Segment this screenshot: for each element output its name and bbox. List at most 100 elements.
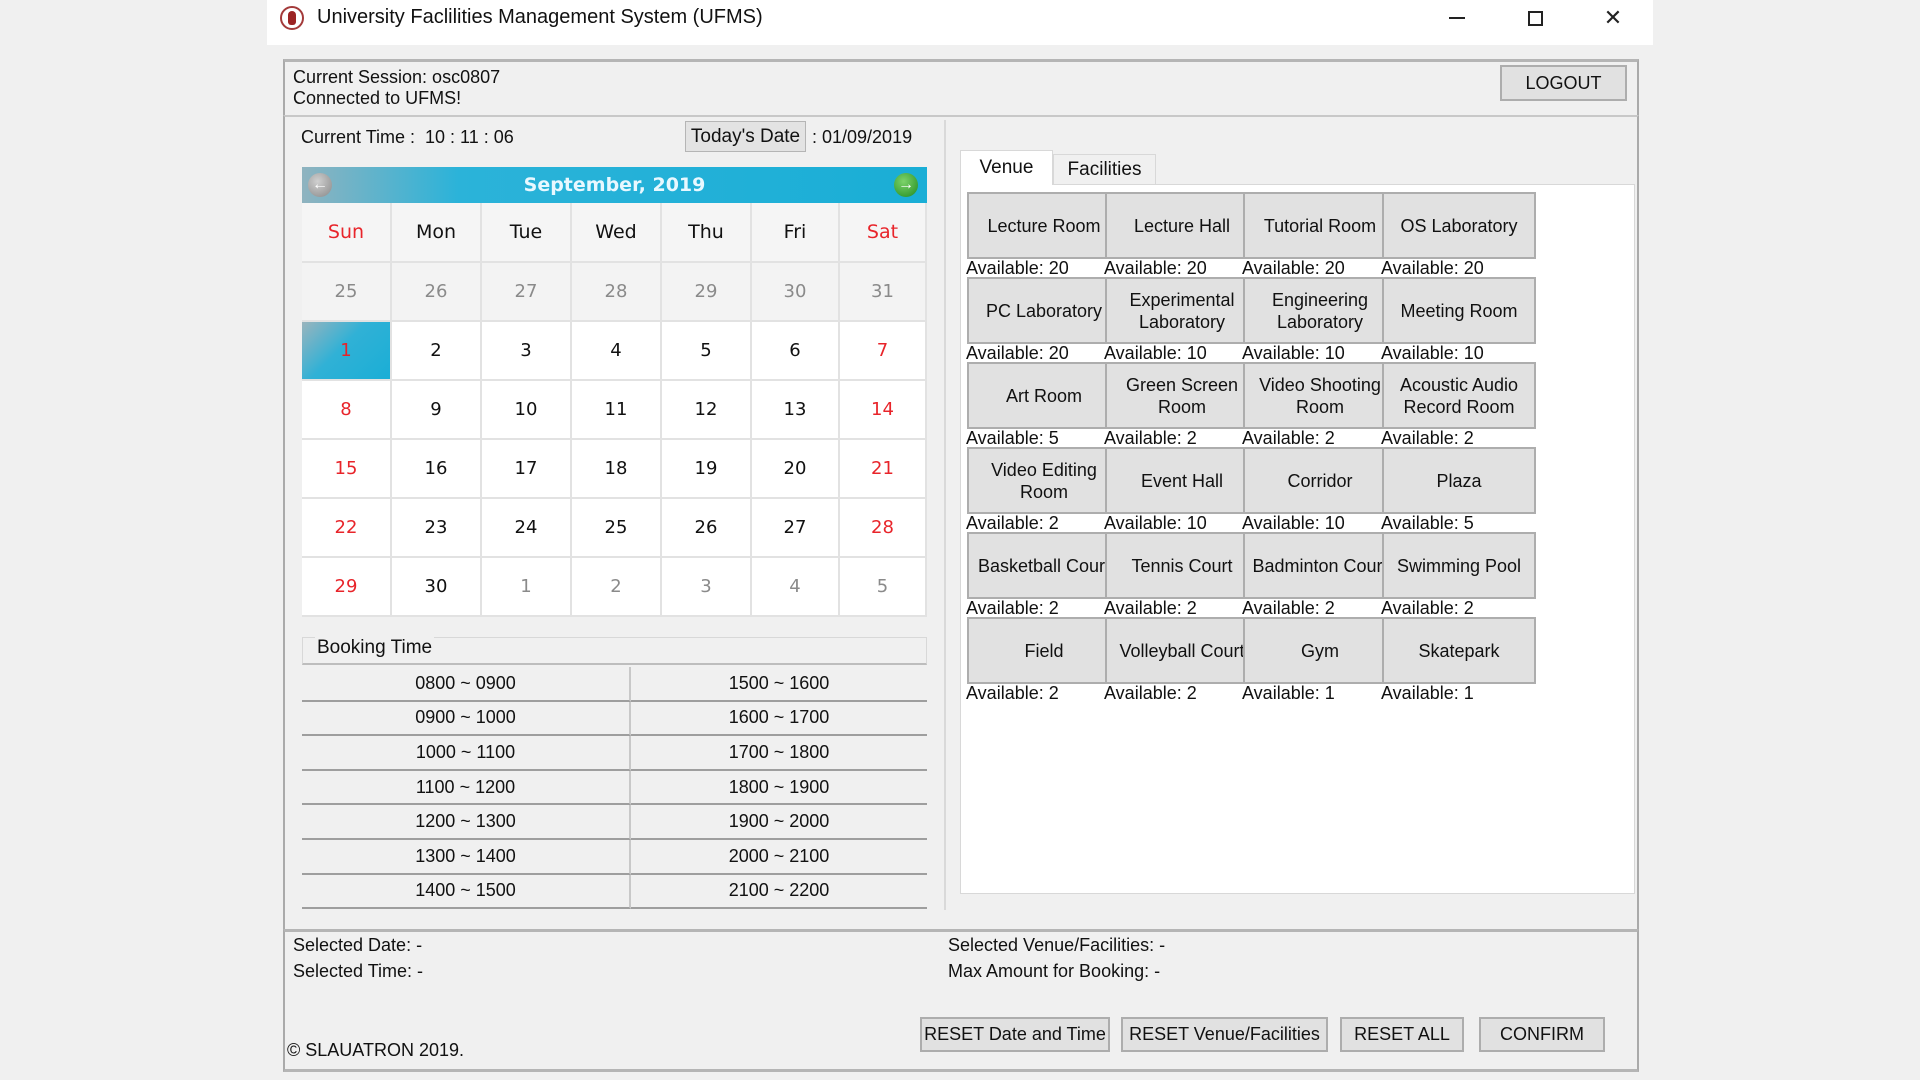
calendar-day[interactable]: 25 <box>572 499 662 558</box>
venue-button[interactable]: Engineering Laboratory <box>1243 277 1397 344</box>
title-bar[interactable]: University Faclilities Management System… <box>267 0 1653 45</box>
calendar-day[interactable]: 19 <box>662 440 752 499</box>
minimize-button[interactable] <box>1417 0 1497 36</box>
reset-venue-button[interactable]: RESET Venue/Facilities <box>1121 1017 1328 1052</box>
venue-button[interactable]: Swimming Pool <box>1382 532 1536 599</box>
calendar-day[interactable]: 29 <box>302 558 392 617</box>
confirm-button[interactable]: CONFIRM <box>1479 1017 1605 1052</box>
calendar-day[interactable]: 26 <box>662 499 752 558</box>
calendar-day[interactable]: 7 <box>840 322 927 381</box>
venue-name: Lecture Hall <box>1133 215 1231 236</box>
calendar-day[interactable]: 18 <box>572 440 662 499</box>
venue-availability: Available: 2 <box>966 513 1059 533</box>
venue-button[interactable]: Corridor <box>1243 447 1397 514</box>
venue-button[interactable]: Tennis Court <box>1105 532 1259 599</box>
calendar-day[interactable]: 22 <box>302 499 392 558</box>
calendar-day[interactable]: 5 <box>662 322 752 381</box>
tab-venue[interactable]: Venue <box>960 150 1053 185</box>
time-slot-button[interactable]: 1200 ~ 1300 <box>302 805 631 840</box>
venue-button[interactable]: Basketball Court <box>967 532 1121 599</box>
calendar-day[interactable]: 30 <box>392 558 482 617</box>
time-slot-button[interactable]: 2000 ~ 2100 <box>631 839 927 875</box>
time-slot-button[interactable]: 1800 ~ 1900 <box>631 770 927 806</box>
venue-availability: Available: 10 <box>1381 343 1484 363</box>
calendar-day[interactable]: 28 <box>840 499 927 558</box>
calendar-day[interactable]: 27 <box>482 263 572 322</box>
venue-availability: Available: 2 <box>966 683 1059 703</box>
time-slot-button[interactable]: 1400 ~ 1500 <box>302 874 631 910</box>
calendar-day[interactable]: 4 <box>572 322 662 381</box>
time-slot-button[interactable]: 1100 ~ 1200 <box>302 770 631 806</box>
venue-button[interactable]: Art Room <box>967 362 1121 429</box>
todays-date-button[interactable]: Today's Date <box>685 121 806 152</box>
calendar-day[interactable]: 23 <box>392 499 482 558</box>
calendar-day[interactable]: 1 <box>482 558 572 617</box>
time-slot-button[interactable]: 1500 ~ 1600 <box>631 667 927 702</box>
venue-button[interactable]: Skatepark <box>1382 617 1536 684</box>
calendar-day[interactable]: 5 <box>840 558 927 617</box>
time-slot-button[interactable]: 1700 ~ 1800 <box>631 736 927 771</box>
venue-button[interactable]: Gym <box>1243 617 1397 684</box>
time-slot-button[interactable]: 2100 ~ 2200 <box>631 874 927 910</box>
time-slot-button[interactable]: 1900 ~ 2000 <box>631 805 927 840</box>
venue-button[interactable]: Lecture Hall <box>1105 192 1259 259</box>
weekday-header: Sat <box>840 203 927 263</box>
calendar-day[interactable]: 4 <box>752 558 840 617</box>
calendar-day[interactable]: 2 <box>572 558 662 617</box>
venue-button[interactable]: Experimental Laboratory <box>1105 277 1259 344</box>
venue-button[interactable]: Green Screen Room <box>1105 362 1259 429</box>
time-slot-button[interactable]: 1600 ~ 1700 <box>631 701 927 737</box>
calendar-day[interactable]: 17 <box>482 440 572 499</box>
venue-button[interactable]: Badminton Court <box>1243 532 1397 599</box>
calendar-day[interactable]: 16 <box>392 440 482 499</box>
reset-date-time-button[interactable]: RESET Date and Time <box>920 1017 1110 1052</box>
calendar-day[interactable]: 3 <box>482 322 572 381</box>
next-month-icon[interactable]: → <box>894 173 918 197</box>
maximize-button[interactable] <box>1495 0 1575 36</box>
calendar-day[interactable]: 30 <box>752 263 840 322</box>
calendar-day[interactable]: 3 <box>662 558 752 617</box>
calendar-day[interactable]: 20 <box>752 440 840 499</box>
tab-facilities[interactable]: Facilities <box>1053 154 1156 185</box>
close-button[interactable]: ✕ <box>1573 0 1653 36</box>
calendar-month-title[interactable]: September, 2019 <box>302 174 927 196</box>
calendar-day[interactable]: 1 <box>302 322 392 381</box>
calendar-day[interactable]: 15 <box>302 440 392 499</box>
calendar-day[interactable]: 10 <box>482 381 572 440</box>
calendar-day[interactable]: 2 <box>392 322 482 381</box>
venue-button[interactable]: Plaza <box>1382 447 1536 514</box>
calendar-day[interactable]: 27 <box>752 499 840 558</box>
venue-button[interactable]: Video Editing Room <box>967 447 1121 514</box>
venue-button[interactable]: Lecture Room <box>967 192 1121 259</box>
calendar-day[interactable]: 24 <box>482 499 572 558</box>
calendar-day[interactable]: 9 <box>392 381 482 440</box>
calendar-day[interactable]: 11 <box>572 381 662 440</box>
calendar-day[interactable]: 28 <box>572 263 662 322</box>
venue-button[interactable]: Meeting Room <box>1382 277 1536 344</box>
venue-button[interactable]: Event Hall <box>1105 447 1259 514</box>
calendar-day[interactable]: 29 <box>662 263 752 322</box>
venue-button[interactable]: Video Shooting Room <box>1243 362 1397 429</box>
calendar-day[interactable]: 26 <box>392 263 482 322</box>
venue-button[interactable]: PC Laboratory <box>967 277 1121 344</box>
venue-button[interactable]: Tutorial Room <box>1243 192 1397 259</box>
calendar-day[interactable]: 8 <box>302 381 392 440</box>
calendar-day[interactable]: 14 <box>840 381 927 440</box>
venue-button[interactable]: OS Laboratory <box>1382 192 1536 259</box>
time-slot-button[interactable]: 0800 ~ 0900 <box>302 667 631 702</box>
venue-availability: Available: 2 <box>1104 428 1197 448</box>
reset-all-button[interactable]: RESET ALL <box>1340 1017 1464 1052</box>
calendar-day[interactable]: 13 <box>752 381 840 440</box>
time-slot-button[interactable]: 1300 ~ 1400 <box>302 839 631 875</box>
calendar-day[interactable]: 6 <box>752 322 840 381</box>
calendar-day[interactable]: 12 <box>662 381 752 440</box>
venue-button[interactable]: Volleyball Court <box>1105 617 1259 684</box>
time-slot-button[interactable]: 0900 ~ 1000 <box>302 701 631 737</box>
calendar-day[interactable]: 21 <box>840 440 927 499</box>
venue-button[interactable]: Acoustic Audio Record Room <box>1382 362 1536 429</box>
calendar-day[interactable]: 31 <box>840 263 927 322</box>
time-slot-button[interactable]: 1000 ~ 1100 <box>302 736 631 771</box>
calendar-day[interactable]: 25 <box>302 263 392 322</box>
logout-button[interactable]: LOGOUT <box>1500 65 1627 101</box>
venue-button[interactable]: Field <box>967 617 1121 684</box>
